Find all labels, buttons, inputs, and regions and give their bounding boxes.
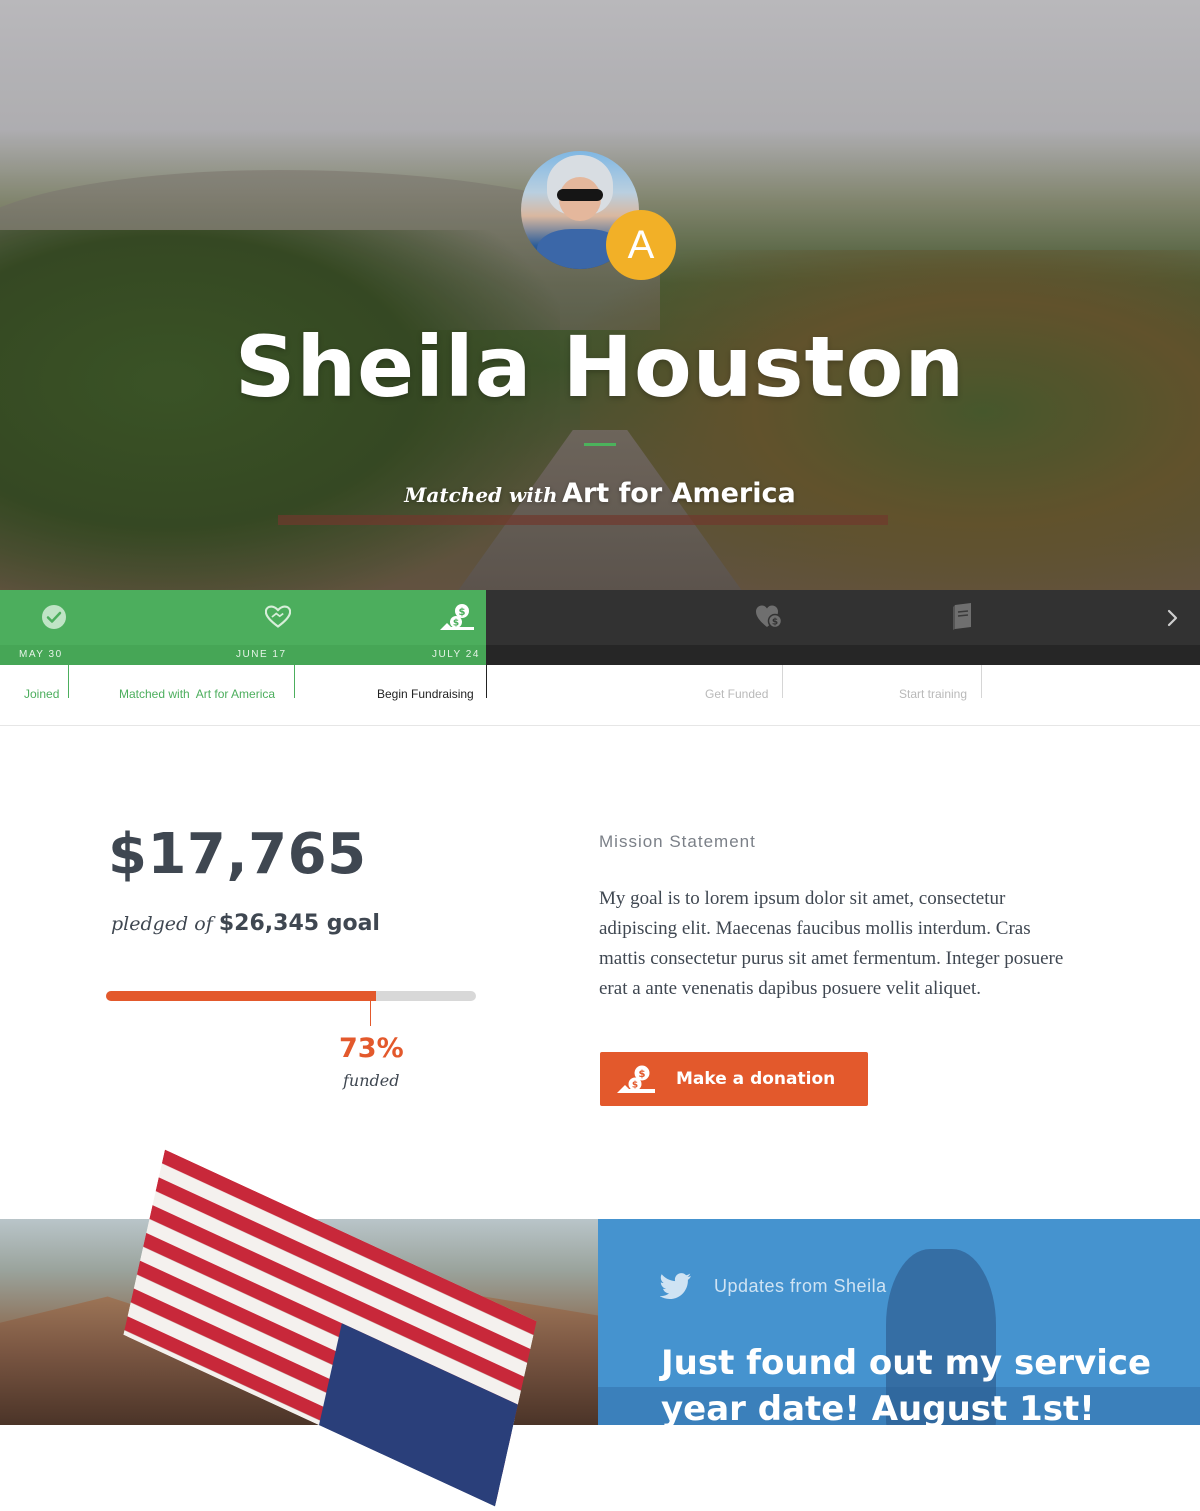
- update-headline[interactable]: Just found out my service year date! Aug…: [661, 1340, 1181, 1432]
- timeline-step-joined[interactable]: Joined: [24, 687, 59, 701]
- money-hand-icon[interactable]: $ $: [439, 604, 475, 630]
- check-icon[interactable]: [41, 604, 67, 630]
- mission-text: My goal is to lorem ipsum dolor sit amet…: [599, 888, 1064, 999]
- updates-title: Updates from Sheila: [714, 1276, 887, 1296]
- handshake-heart-icon[interactable]: [265, 604, 291, 630]
- make-donation-label: Make a donation: [676, 1069, 836, 1089]
- svg-text:$: $: [772, 618, 778, 628]
- funded-label: funded: [343, 1071, 400, 1090]
- book-icon[interactable]: [951, 603, 973, 630]
- funding-progress-bar: [106, 991, 476, 1001]
- goal-amount: $26,345 goal: [218, 911, 380, 936]
- money-hand-icon: $ $: [616, 1064, 656, 1094]
- heart-money-icon[interactable]: $: [755, 604, 783, 630]
- timeline-date-3: JULY 24: [432, 649, 480, 660]
- twitter-icon[interactable]: [659, 1273, 692, 1299]
- timeline-bar: $ $ $ MAY 30 JUNE 17 JULY 24: [0, 590, 1200, 665]
- pledged-amount: $17,765: [108, 822, 367, 887]
- match-org-link[interactable]: Art for America: [562, 478, 796, 509]
- funded-percent: 73%: [339, 1033, 404, 1064]
- pledged-of-text: pledged of: [111, 913, 213, 935]
- progress-marker: [370, 996, 371, 1026]
- svg-text:$: $: [639, 1069, 646, 1080]
- funding-progress-fill: [106, 991, 377, 1001]
- match-prefix: Matched with: [404, 483, 558, 507]
- timeline-labels: Joined Matched with Art for America Begi…: [0, 665, 1200, 726]
- hero-divider: [584, 443, 616, 446]
- timeline-step-funded[interactable]: Get Funded: [705, 687, 768, 701]
- timeline-date-1: MAY 30: [19, 649, 63, 660]
- mission-title: Mission Statement: [599, 832, 756, 851]
- timeline-progress: [0, 590, 486, 645]
- org-badge: A: [606, 210, 676, 280]
- timeline-step-matched[interactable]: Matched with Art for America: [119, 687, 275, 701]
- svg-text:$: $: [459, 607, 466, 618]
- chevron-right-icon[interactable]: [1165, 606, 1181, 630]
- timeline-date-2: JUNE 17: [236, 649, 287, 660]
- profile-name: Sheila Houston: [234, 318, 966, 416]
- make-donation-button[interactable]: $ $ Make a donation: [600, 1052, 868, 1106]
- american-flag-image: [123, 1149, 537, 1507]
- timeline-step-training[interactable]: Start training: [899, 687, 967, 701]
- pledged-goal-line: pledged of $26,345 goal: [111, 910, 380, 936]
- timeline-step-fundraising[interactable]: Begin Fundraising: [377, 687, 474, 701]
- match-line: Matched with Art for America: [0, 478, 1200, 509]
